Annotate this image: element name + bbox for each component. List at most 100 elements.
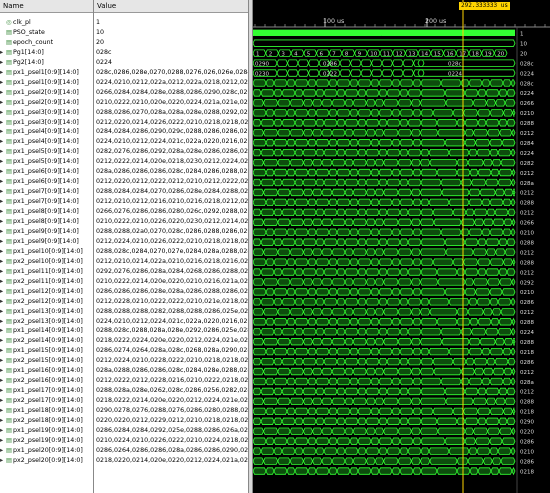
waveform-segment	[281, 178, 296, 187]
signal-row[interactable]: ▸ ▤px1_psel9[0:9][14:0]	[0, 237, 93, 246]
waveform-segment	[498, 318, 513, 326]
waveform-segment	[365, 238, 380, 246]
signal-value: 10	[96, 28, 105, 36]
signal-row[interactable]: ▸ ▤px2_psel12[0:9][14:0]	[0, 297, 93, 306]
signal-row[interactable]: ▸ ▤px1_psel6[0:9][14:0]	[0, 177, 93, 186]
waveform-segment	[253, 238, 262, 246]
signal-row[interactable]: ▸ ▤px2_psel13[0:9][14:0]	[0, 317, 93, 326]
signal-row[interactable]: ▸ ▤Pg2[14:0]	[0, 58, 93, 67]
waveform-segment	[253, 387, 262, 396]
waveform-segment	[286, 437, 296, 445]
waveform-segment	[378, 318, 393, 326]
signal-row[interactable]: ▸ ▤px2_psel18[0:9][14:0]	[0, 416, 93, 425]
waveform-segment	[370, 318, 380, 326]
waveform-segment	[253, 437, 267, 445]
bus-signal-icon: ▤	[6, 168, 12, 176]
waveform-segment	[281, 447, 296, 455]
waveform-segment	[273, 139, 288, 147]
waveform-segment	[253, 288, 267, 296]
signal-row[interactable]: ▸ ▤px1_psel4[0:9][14:0]	[0, 137, 93, 146]
waveform-segment	[383, 278, 399, 286]
waveform-segment	[441, 338, 470, 346]
waveform-segment	[253, 457, 264, 465]
signal-row[interactable]: ▤PSO_state	[0, 28, 93, 37]
cursor-value-label: 0286	[520, 439, 534, 445]
signal-row[interactable]: ▸ ▤px1_psel8[0:9][14:0]	[0, 207, 93, 216]
cursor-value-label: 0288	[520, 240, 534, 246]
signal-row[interactable]: ▸ ▤px1_psel9[0:9][14:0]	[0, 227, 93, 236]
signal-row[interactable]: ▸ ▤px1_psel17[0:9][14:0]	[0, 386, 93, 395]
bus-signal-icon: ▤	[6, 367, 12, 375]
signal-row[interactable]: ◎ clk_pl	[0, 18, 93, 27]
signal-row[interactable]: ▸ ▤px1_psel14[0:9][14:0]	[0, 326, 93, 335]
waveform-segment	[407, 178, 422, 187]
signal-name: px2_psel18[0:9][14:0]	[13, 417, 83, 424]
waveform-segment	[432, 109, 454, 117]
waveform-segment	[399, 357, 409, 366]
signal-row[interactable]: ▸ ▤px2_psel16[0:9][14:0]	[0, 376, 93, 385]
signal-row[interactable]: ▤epoch_count	[0, 38, 93, 47]
waveform-segment	[477, 168, 492, 177]
waveform-segment	[463, 258, 479, 266]
waveform-segment	[420, 238, 446, 246]
signal-row[interactable]: ▸ ▤px1_psel7[0:9][14:0]	[0, 197, 93, 206]
signal-row[interactable]: ▸ ▤px1_psel2[0:9][14:0]	[0, 88, 93, 97]
waveform-segment	[323, 238, 338, 246]
signal-row[interactable]: ▸ ▤px1_psel5[0:9][14:0]	[0, 147, 93, 156]
waveform-segment	[336, 238, 346, 246]
signal-row[interactable]: ▸ ▤px1_psel1[0:9][14:0]	[0, 78, 93, 87]
signal-row[interactable]: ▸ ▤px1_psel2[0:9][14:0]	[0, 98, 93, 107]
waveform-segment	[399, 288, 414, 296]
signal-row[interactable]: ▸ ▤px1_psel13[0:9][14:0]	[0, 307, 93, 316]
signal-value: 0288,028c,0284,0270,027e,0284,028a,0288,…	[96, 247, 249, 255]
signal-row[interactable]: ▸ ▤px2_psel20[0:9][14:0]	[0, 456, 93, 465]
waveform-panel[interactable]: 1234567891011121314151617181920029002860…	[253, 0, 550, 493]
signal-row[interactable]: ▸ ▤px1_psel10[0:9][14:0]	[0, 247, 93, 256]
waveform-segment	[502, 109, 513, 117]
signal-row[interactable]: ▸ ▤px1_psel11[0:9][14:0]	[0, 267, 93, 276]
waveform-segment	[420, 168, 438, 177]
signal-row[interactable]: ▸ ▤px1_psel7[0:9][14:0]	[0, 187, 93, 196]
bus-signal-icon: ▤	[6, 208, 12, 216]
waveform-segment	[302, 328, 317, 336]
waveform-segment	[331, 248, 346, 256]
waveform-segment	[381, 69, 393, 77]
waveform-segment	[397, 338, 412, 346]
signal-row[interactable]: ▸ ▤px2_psel11[0:9][14:0]	[0, 277, 93, 286]
signal-row[interactable]: ▸ ▤px1_psel1[0:9][14:0]	[0, 68, 93, 77]
signal-row[interactable]: ▸ ▤px1_psel3[0:9][14:0]	[0, 108, 93, 117]
signal-row[interactable]: ▸ ▤px2_psel17[0:9][14:0]	[0, 396, 93, 405]
signal-row[interactable]: ▸ ▤px1_psel6[0:9][14:0]	[0, 167, 93, 176]
signal-row[interactable]: ▸ ▤px1_psel19[0:9][14:0]	[0, 426, 93, 435]
signal-row[interactable]: ▸ ▤Pg1[14:0]	[0, 48, 93, 57]
waveform-segment	[336, 467, 351, 475]
waveform-segment	[352, 397, 367, 406]
signal-name: px1_psel2[0:9][14:0]	[13, 88, 79, 96]
signal-value: 0218,0222,0224,020e,0220,0212,0224,021e,…	[96, 337, 249, 345]
signal-row[interactable]: ▸ ▤px2_psel15[0:9][14:0]	[0, 356, 93, 365]
signal-row[interactable]: ▸ ▤px2_psel14[0:9][14:0]	[0, 336, 93, 345]
waveform-segment	[365, 129, 376, 137]
cursor-value-label: 0292	[520, 280, 534, 286]
waveform-segment	[253, 407, 267, 415]
waveform-segment	[302, 99, 313, 107]
waveform-segment	[489, 407, 504, 415]
signal-row[interactable]: ▸ ▤px1_psel3[0:9][14:0]	[0, 118, 93, 127]
signal-row[interactable]: ▸ ▤px1_psel4[0:9][14:0]	[0, 127, 93, 136]
waveform-segment	[417, 59, 516, 67]
waveform-segment	[448, 198, 470, 207]
signal-row[interactable]: ▸ ▤px2_psel10[0:9][14:0]	[0, 257, 93, 266]
signal-row[interactable]: ▸ ▤px1_psel8[0:9][14:0]	[0, 217, 93, 226]
signal-row[interactable]: ▸ ▤px1_psel12[0:9][14:0]	[0, 287, 93, 296]
waveform-segment	[357, 357, 367, 366]
signal-row[interactable]: ▸ ▤px1_psel16[0:9][14:0]	[0, 366, 93, 375]
signal-row[interactable]: ▸ ▤px1_psel18[0:9][14:0]	[0, 406, 93, 415]
signal-value: 0288,028a,028e,0262,028c,0286,0256,0282,…	[96, 387, 249, 395]
waveform-canvas[interactable]: 1234567891011121314151617181920029002860…	[253, 0, 550, 493]
signal-row[interactable]: ▸ ▤px2_psel19[0:9][14:0]	[0, 436, 93, 445]
waveform-segment	[289, 457, 304, 465]
waveform-segment	[273, 258, 288, 266]
signal-row[interactable]: ▸ ▤px1_psel5[0:9][14:0]	[0, 157, 93, 166]
signal-row[interactable]: ▸ ▤px1_psel20[0:9][14:0]	[0, 446, 93, 455]
signal-row[interactable]: ▸ ▤px1_psel15[0:9][14:0]	[0, 346, 93, 355]
